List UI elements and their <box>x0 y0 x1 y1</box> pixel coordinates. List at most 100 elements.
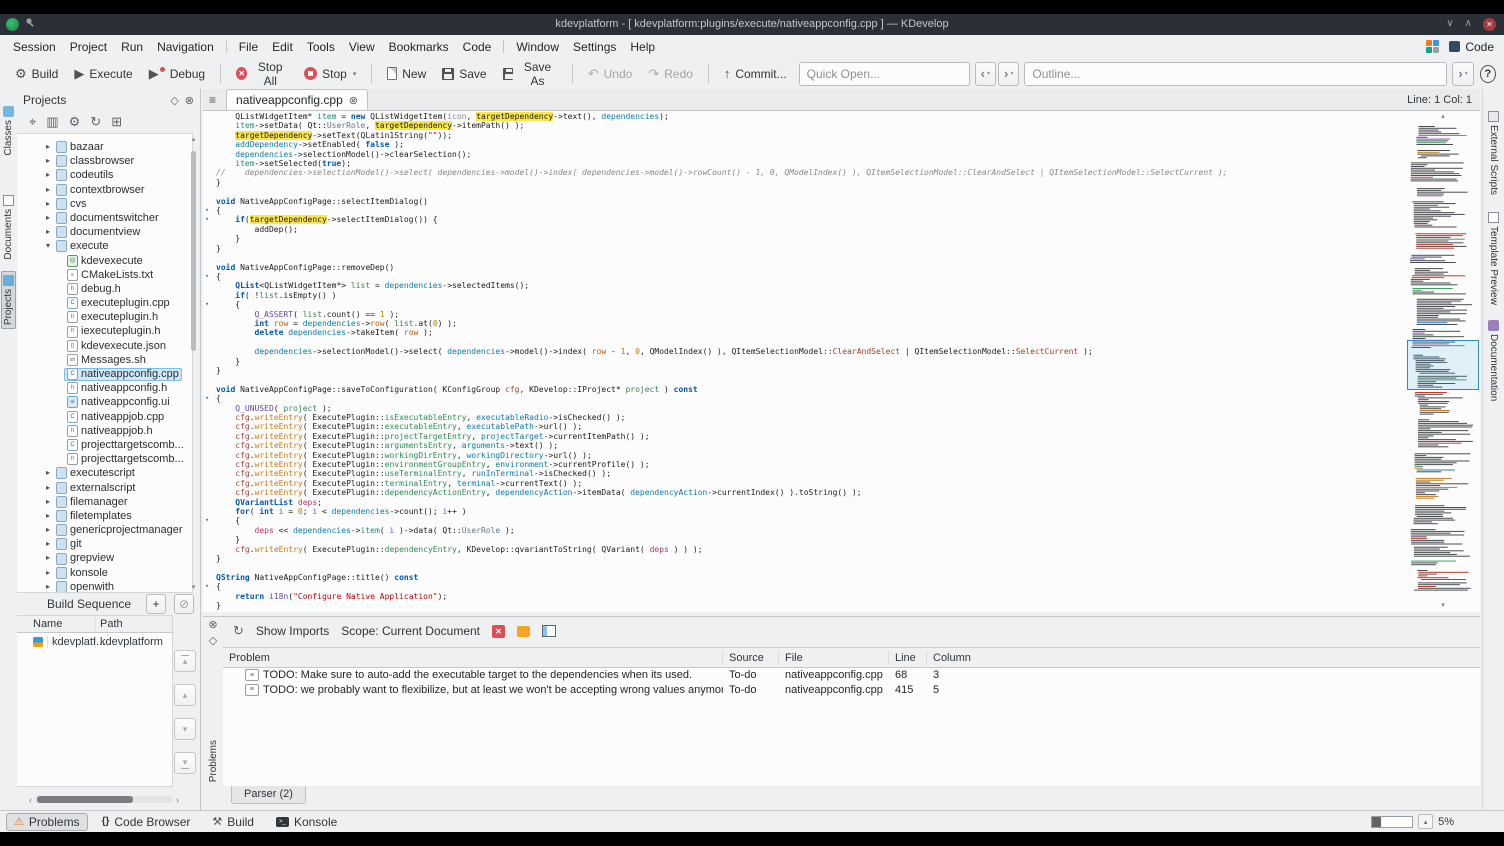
save-button[interactable]: Save <box>435 64 493 84</box>
menu-item-run[interactable]: Run <box>114 37 150 57</box>
progress-expand-button[interactable]: ▴ <box>1418 814 1434 829</box>
build-button[interactable]: ⚙ Build <box>8 64 65 84</box>
tree-item[interactable]: ▸ documentswitcher <box>17 211 192 225</box>
tree-item[interactable]: ▾ execute <box>17 239 192 253</box>
tree-item[interactable]: Cnativeappjob.cpp <box>17 410 192 424</box>
scroll-right-icon[interactable]: › <box>176 795 179 805</box>
fold-marker-icon[interactable]: ▾ <box>205 582 209 591</box>
build-sequence-hscrollbar[interactable]: ‹ › <box>29 793 179 806</box>
new-button[interactable]: New <box>380 64 433 84</box>
menu-item-tools[interactable]: Tools <box>300 37 342 57</box>
tree-item[interactable]: h nativeappconfig.h <box>17 381 192 395</box>
dock-tab-external-scripts[interactable]: External Scripts <box>1487 108 1500 198</box>
hscroll-track[interactable] <box>35 796 173 803</box>
move-top-button[interactable]: ▴ <box>174 650 196 672</box>
outline-input[interactable] <box>1024 61 1448 86</box>
expander-icon[interactable]: ▸ <box>43 523 53 537</box>
hscroll-thumb[interactable] <box>37 796 133 803</box>
expander-icon[interactable]: ▸ <box>43 183 53 197</box>
dock-tab-projects[interactable]: Projects <box>1 271 16 330</box>
tree-item[interactable]: ▸ codeutils <box>17 168 192 182</box>
minimize-icon[interactable]: ∨ <box>1446 17 1453 31</box>
quick-open-input[interactable] <box>798 61 970 86</box>
expander-icon[interactable]: ▸ <box>43 211 53 225</box>
dock-tab-template-preview[interactable]: Template Preview <box>1487 209 1500 308</box>
expander-icon[interactable]: ▸ <box>43 537 53 551</box>
tree-item[interactable]: ≡ CMakeLists.txt <box>17 268 192 282</box>
stop-all-button[interactable]: ✕ Stop All <box>229 57 295 91</box>
menu-item-settings[interactable]: Settings <box>566 37 623 57</box>
commit-button[interactable]: ↑ Commit... <box>717 64 794 84</box>
redo-button[interactable]: ↷ Redo <box>641 64 700 84</box>
menu-item-file[interactable]: File <box>232 37 265 57</box>
scrollbar-thumb[interactable] <box>191 151 196 351</box>
tree-item[interactable]: Cprojecttargetscomb... <box>17 438 192 452</box>
fold-marker-icon[interactable]: ▾ <box>205 516 209 525</box>
tree-item[interactable]: ▸ classbrowser <box>17 154 192 168</box>
add-target-icon[interactable]: ⊞ <box>111 114 122 130</box>
float-panel-icon[interactable]: ◇ <box>209 635 217 647</box>
tree-item[interactable]: ▸ openwith <box>17 580 192 592</box>
projects-tree-scrollbar[interactable]: ▴ ▾ <box>188 133 199 593</box>
menu-item-session[interactable]: Session <box>6 37 63 57</box>
locate-document-icon[interactable]: ⌖ <box>29 114 36 130</box>
problem-row[interactable]: ≡ TODO: we probably want to flexibilize, … <box>223 683 1480 698</box>
expander-icon[interactable]: ▾ <box>43 239 53 253</box>
code-lines[interactable]: QListWidgetItem* item = new QListWidgetI… <box>203 112 1404 611</box>
minimap-scrollbar[interactable]: ▴ ▾ <box>1406 111 1480 612</box>
fold-marker-icon[interactable]: ▾ <box>205 300 209 309</box>
editor-tab[interactable]: nativeappconfig.cpp ⊗ <box>226 89 368 110</box>
expander-icon[interactable]: ▸ <box>43 197 53 211</box>
area-code-button[interactable]: Code <box>1449 40 1494 54</box>
fold-marker-icon[interactable]: ▾ <box>205 206 209 215</box>
show-imports-button[interactable]: Show Imports <box>256 624 329 638</box>
move-up-button[interactable]: ▴ <box>174 684 196 706</box>
area-grid-icon[interactable] <box>1426 40 1440 53</box>
debug-button[interactable]: ▶ Debug <box>142 64 212 84</box>
expander-icon[interactable]: ▸ <box>43 509 53 523</box>
tree-item[interactable]: ▸ genericprojectmanager <box>17 523 192 537</box>
tree-item[interactable]: h nativeappjob.h <box>17 424 192 438</box>
remove-from-build-sequence-button[interactable]: ⊘ <box>174 594 194 614</box>
tree-item[interactable]: {} kdevexecute.json <box>17 339 192 353</box>
tree-item[interactable]: ▸ filetemplates <box>17 509 192 523</box>
tree-item[interactable]: ui nativeappconfig.ui <box>17 395 192 409</box>
tree-item[interactable]: h executeplugin.h <box>17 310 192 324</box>
menu-item-bookmarks[interactable]: Bookmarks <box>382 37 456 57</box>
expander-icon[interactable]: ▸ <box>43 140 53 154</box>
statusbar-tab-code-browser[interactable]: {} Code Browser <box>94 813 199 831</box>
minimap-viewport[interactable] <box>1407 340 1479 390</box>
tree-item[interactable]: ▸ contextbrowser <box>17 183 192 197</box>
expander-icon[interactable]: ▸ <box>43 154 53 168</box>
statusbar-tab-build[interactable]: ⚒ Build <box>204 813 262 831</box>
tree-item[interactable]: h iexecuteplugin.h <box>17 324 192 338</box>
tree-item[interactable]: Cexecuteplugin.cpp <box>17 296 192 310</box>
tree-item[interactable]: ▸ cvs <box>17 197 192 211</box>
statusbar-tab-problems[interactable]: ⚠ Problems <box>6 812 88 831</box>
problem-row[interactable]: ≡ TODO: Make sure to auto-add the executa… <box>223 668 1480 683</box>
tree-item[interactable]: Cnativeappconfig.cpp <box>17 367 192 381</box>
fold-marker-icon[interactable]: ▾ <box>205 394 209 403</box>
expander-icon[interactable]: ▸ <box>43 580 53 592</box>
dock-tab-classes[interactable]: Classes <box>2 103 15 159</box>
menu-item-code[interactable]: Code <box>456 37 499 57</box>
menu-item-view[interactable]: View <box>342 37 382 57</box>
expander-icon[interactable]: ▸ <box>43 225 53 239</box>
undo-button[interactable]: ↶ Undo <box>581 64 640 84</box>
execute-button[interactable]: ▶ Execute <box>67 64 139 84</box>
back-button[interactable]: ‹ ▾ <box>974 61 997 86</box>
scroll-up-icon[interactable]: ▴ <box>188 135 199 143</box>
tab-close-icon[interactable]: ⊗ <box>349 94 358 107</box>
menu-item-help[interactable]: Help <box>623 37 662 57</box>
jump-button[interactable]: › ▾ <box>1452 61 1474 86</box>
tree-item[interactable]: ▸ documentview <box>17 225 192 239</box>
move-down-button[interactable]: ▾ <box>174 718 196 740</box>
maximize-icon[interactable]: ∧ <box>1465 17 1472 31</box>
code-editor[interactable]: QListWidgetItem* item = new QListWidgetI… <box>203 111 1480 612</box>
scope-button[interactable]: Scope: Current Document <box>341 624 480 638</box>
reload-projects-icon[interactable]: ↻ <box>90 114 101 130</box>
titlebar[interactable]: kdevplatform - [ kdevplatform:plugins/ex… <box>0 14 1504 35</box>
scroll-down-icon[interactable]: ▾ <box>188 583 199 591</box>
statusbar-tab-konsole[interactable]: >_ Konsole <box>268 813 345 831</box>
parser-tab[interactable]: Parser (2) <box>231 786 306 804</box>
